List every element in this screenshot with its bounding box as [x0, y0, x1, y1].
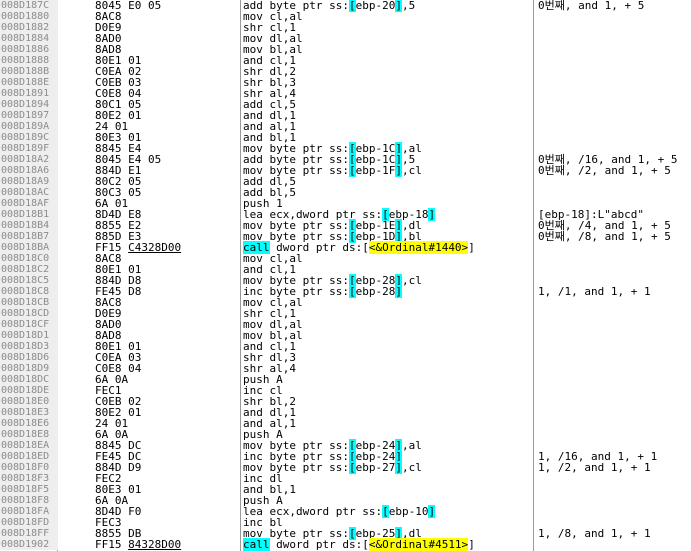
address-cell: 008D18EA	[0, 440, 58, 451]
address-cell: 008D18E0	[0, 396, 58, 407]
address-cell: 008D18ED	[0, 451, 58, 462]
address-cell: 008D18D1	[0, 330, 58, 341]
comment-cell: 1, /2, and 1, + 1	[538, 461, 651, 474]
address-cell: 008D18E3	[0, 407, 58, 418]
address-cell: 008D1897	[0, 110, 58, 121]
address-cell: 008D189C	[0, 132, 58, 143]
address-cell: 008D18D9	[0, 363, 58, 374]
address-cell: 008D187C	[0, 0, 58, 11]
address-cell: 008D18F3	[0, 473, 58, 484]
address-cell: 008D18E8	[0, 429, 58, 440]
address-cell: 008D1891	[0, 88, 58, 99]
address-cell: 008D18CB	[0, 297, 58, 308]
address-cell: 008D1902	[0, 539, 58, 550]
comment-cell: 1, /8, and 1, + 1	[538, 527, 651, 540]
disassembly-view[interactable]: 008D187C 8045 E0 05 add byte ptr ss:[ebp-2…	[0, 0, 691, 551]
address-cell: 008D18C0	[0, 253, 58, 264]
address-cell: 008D18DE	[0, 385, 58, 396]
address-cell: 008D188B	[0, 66, 58, 77]
address-cell: 008D18A9	[0, 176, 58, 187]
address-cell: 008D189F	[0, 143, 58, 154]
address-cell: 008D18D6	[0, 352, 58, 363]
address-cell: 008D1894	[0, 99, 58, 110]
address-cell: 008D1886	[0, 44, 58, 55]
opcode-bytes-cell: FF15 84328D00	[95, 538, 182, 551]
address-cell: 008D1884	[0, 33, 58, 44]
address-cell: 008D18BA	[0, 242, 58, 253]
comment-cell: 0번째, /2, and 1, + 5	[538, 164, 671, 177]
comment-cell: 1, /1, and 1, + 1	[538, 285, 651, 298]
comment-cell: 0번째, and 1, + 5	[538, 0, 645, 12]
address-cell: 008D1888	[0, 55, 58, 66]
disassembly-cell: call dword ptr ds:[<&Ordinal#4511>]	[243, 538, 475, 551]
address-cell: 008D18F8	[0, 495, 58, 506]
address-cell: 008D18B1	[0, 209, 58, 220]
address-cell: 008D18FF	[0, 528, 58, 539]
comment-cell: 0번째, /8, and 1, + 5	[538, 230, 671, 243]
instruction-row[interactable]: 008D1902 FF15 84328D00 call dword ptr ds:[…	[0, 538, 691, 551]
address-cell: 008D18FD	[0, 517, 58, 528]
address-cell: 008D18FA	[0, 506, 58, 517]
instruction-list: 008D187C 8045 E0 05 add byte ptr ss:[ebp-2…	[0, 0, 691, 551]
address-cell: 008D189A	[0, 121, 58, 132]
address-cell: 008D18A2	[0, 154, 58, 165]
address-cell: 008D18C5	[0, 275, 58, 286]
address-cell: 008D18F5	[0, 484, 58, 495]
address-cell: 008D18A6	[0, 165, 58, 176]
address-cell: 008D18B4	[0, 220, 58, 231]
address-cell: 008D1882	[0, 22, 58, 33]
address-cell: 008D18C8	[0, 286, 58, 297]
address-cell: 008D188E	[0, 77, 58, 88]
address-cell: 008D18AC	[0, 187, 58, 198]
address-cell: 008D18C2	[0, 264, 58, 275]
address-cell: 008D1880	[0, 11, 58, 22]
address-cell: 008D18AF	[0, 198, 58, 209]
address-cell: 008D18B7	[0, 231, 58, 242]
address-cell: 008D18CF	[0, 319, 58, 330]
address-cell: 008D18DC	[0, 374, 58, 385]
address-cell: 008D18F0	[0, 462, 58, 473]
address-cell: 008D18E6	[0, 418, 58, 429]
address-cell: 008D18CD	[0, 308, 58, 319]
address-cell: 008D18D3	[0, 341, 58, 352]
